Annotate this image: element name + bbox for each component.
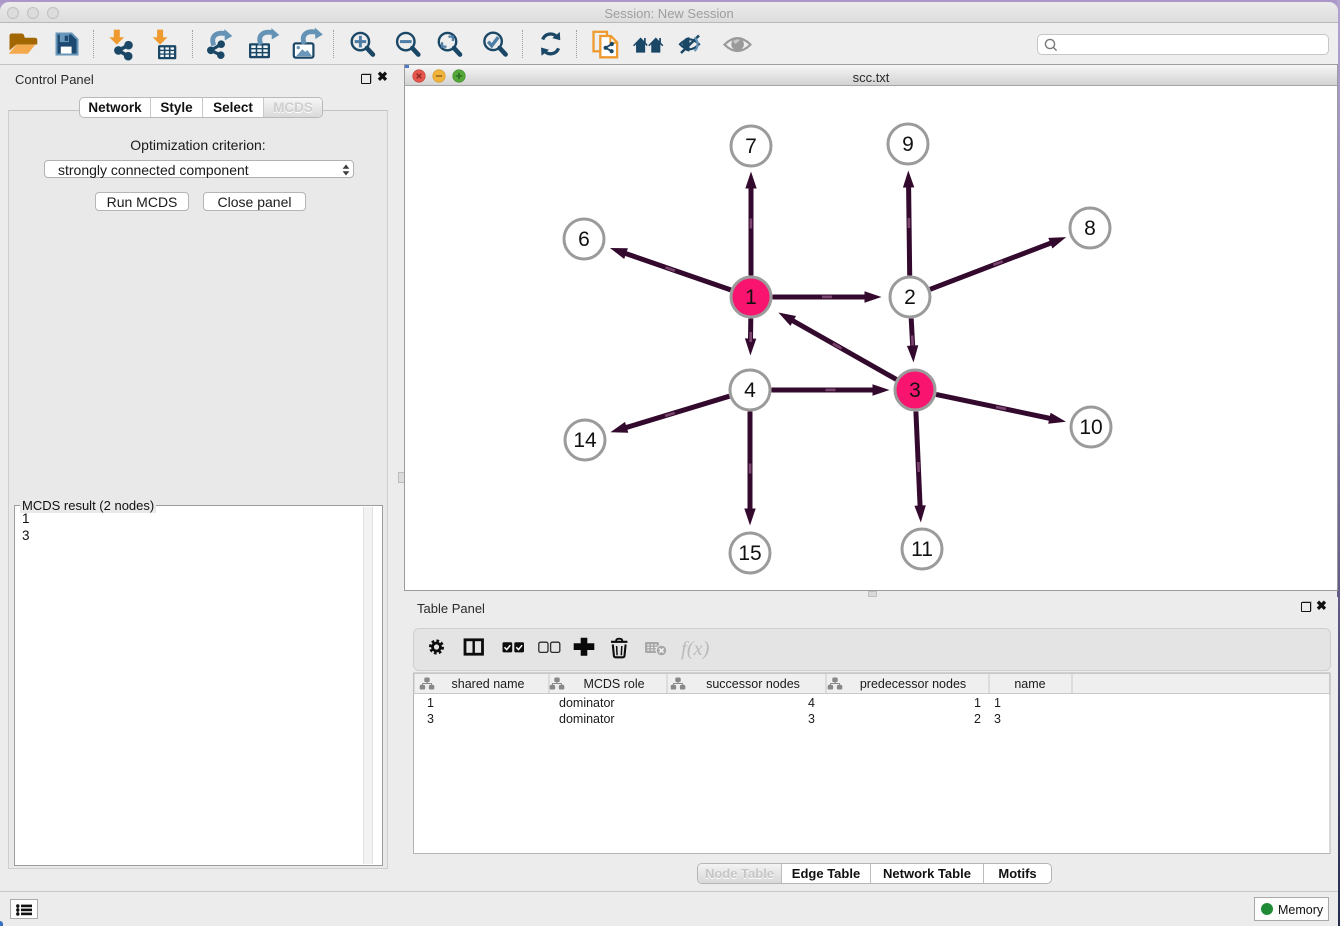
svg-text:8: 8 bbox=[1084, 217, 1096, 240]
svg-text:1: 1 bbox=[994, 696, 1001, 710]
svg-text:3: 3 bbox=[427, 712, 434, 726]
svg-text:name: name bbox=[1014, 677, 1045, 691]
svg-text:2: 2 bbox=[974, 712, 981, 726]
svg-text:10: 10 bbox=[1079, 416, 1102, 439]
svg-text:4: 4 bbox=[744, 379, 756, 402]
svg-text:3: 3 bbox=[994, 712, 1001, 726]
svg-text:15: 15 bbox=[738, 542, 761, 565]
svg-text:dominator: dominator bbox=[559, 712, 615, 726]
svg-text:7: 7 bbox=[745, 135, 757, 158]
svg-text:f(x): f(x) bbox=[681, 638, 710, 660]
svg-text:11: 11 bbox=[911, 538, 933, 561]
svg-text:1: 1 bbox=[427, 696, 434, 710]
svg-text:14: 14 bbox=[573, 429, 597, 452]
svg-text:MCDS role: MCDS role bbox=[583, 677, 644, 691]
svg-text:successor nodes: successor nodes bbox=[706, 677, 800, 691]
svg-text:2: 2 bbox=[904, 286, 916, 309]
svg-text:shared name: shared name bbox=[452, 677, 525, 691]
svg-text:4: 4 bbox=[808, 696, 815, 710]
svg-text:6: 6 bbox=[578, 228, 590, 251]
svg-text:3: 3 bbox=[909, 379, 921, 402]
svg-text:1: 1 bbox=[974, 696, 981, 710]
svg-text:1: 1 bbox=[745, 286, 757, 309]
svg-text:dominator: dominator bbox=[559, 696, 615, 710]
svg-text:predecessor nodes: predecessor nodes bbox=[860, 677, 966, 691]
svg-text:9: 9 bbox=[902, 133, 914, 156]
svg-text:3: 3 bbox=[808, 712, 815, 726]
